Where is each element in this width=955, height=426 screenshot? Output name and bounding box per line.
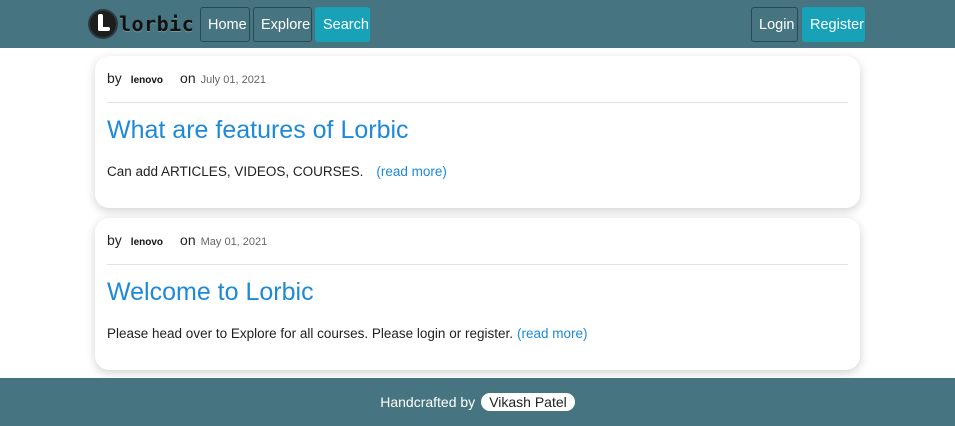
post-title[interactable]: Welcome to Lorbic: [107, 278, 314, 307]
read-more-link[interactable]: (read more): [517, 326, 588, 341]
post-excerpt-text: Can add ARTICLES, VIDEOS, COURSES.: [107, 164, 364, 179]
nav-login-button[interactable]: Login: [751, 7, 798, 42]
post-meta: by lenovo on July 01, 2021: [107, 70, 266, 86]
nav-register-button[interactable]: Register: [802, 7, 865, 42]
read-more-link[interactable]: (read more): [376, 164, 447, 179]
by-label: by: [107, 232, 122, 248]
nav-explore-button[interactable]: Explore: [253, 7, 312, 42]
post-card: by lenovo on July 01, 2021 What are feat…: [95, 56, 860, 208]
brand-logo[interactable]: lorbic: [90, 9, 194, 39]
post-excerpt: Please head over to Explore for all cour…: [107, 326, 588, 341]
post-meta: by lenovo on May 01, 2021: [107, 232, 267, 248]
divider: [107, 102, 848, 103]
on-label: on: [180, 70, 196, 86]
divider: [107, 264, 848, 265]
post-author[interactable]: lenovo: [131, 237, 163, 248]
post-author[interactable]: lenovo: [131, 75, 163, 86]
lorbic-logo-icon: [90, 11, 116, 37]
post-date: July 01, 2021: [200, 74, 267, 86]
footer: Handcrafted by Vikash Patel: [0, 378, 955, 426]
logo-text: lorbic: [119, 12, 195, 36]
footer-author-link[interactable]: Vikash Patel: [481, 393, 575, 411]
on-label: on: [180, 232, 196, 248]
post-excerpt: Can add ARTICLES, VIDEOS, COURSES. (read …: [107, 164, 447, 179]
navbar: lorbic Home Explore Search Login Registe…: [0, 0, 955, 48]
nav-search-button[interactable]: Search: [315, 7, 370, 42]
by-label: by: [107, 70, 122, 86]
post-title[interactable]: What are features of Lorbic: [107, 116, 409, 145]
post-excerpt-text: Please head over to Explore for all cour…: [107, 326, 513, 341]
post-card: by lenovo on May 01, 2021 Welcome to Lor…: [95, 218, 860, 370]
nav-home-button[interactable]: Home: [200, 7, 250, 42]
post-date: May 01, 2021: [200, 236, 268, 248]
footer-text: Handcrafted by: [380, 394, 476, 410]
